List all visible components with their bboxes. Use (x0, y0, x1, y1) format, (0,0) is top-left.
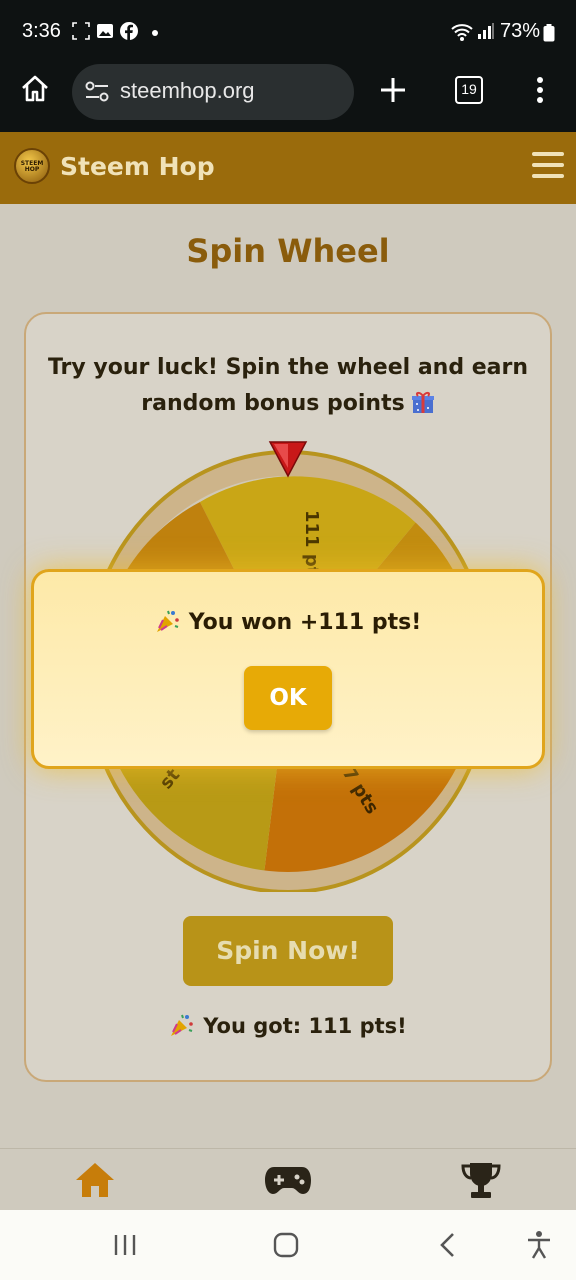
home-icon[interactable] (74, 1161, 116, 1199)
hamburger-menu-icon[interactable] (532, 152, 564, 180)
page-title: Spin Wheel (186, 232, 390, 270)
new-tab-button[interactable] (379, 76, 407, 104)
win-message-label: You won +111 pts! (188, 610, 422, 635)
tab-switcher-button[interactable]: 19 (455, 76, 483, 104)
logo-text: STEEM HOP (20, 160, 44, 173)
site-logo[interactable]: STEEM HOP (14, 148, 50, 184)
spin-now-button[interactable]: Spin Now! (183, 916, 393, 986)
win-message: You won +111 pts! (0, 608, 576, 635)
back-button-icon[interactable] (438, 1232, 456, 1258)
site-name[interactable]: Steem Hop (60, 152, 215, 181)
battery-percent: 73% (499, 20, 540, 42)
ok-button[interactable]: OK (244, 666, 332, 730)
gift-icon (411, 392, 434, 413)
status-bar: 3:36 73% (0, 0, 576, 64)
party-popper-icon (171, 1014, 194, 1036)
recents-button-icon[interactable] (113, 1234, 137, 1256)
accessibility-icon[interactable] (526, 1230, 552, 1260)
site-header: STEEM HOP Steem Hop (0, 132, 576, 204)
gamepad-icon[interactable] (264, 1165, 312, 1195)
gallery-icon (97, 24, 113, 38)
screen-capture-icon (72, 22, 90, 40)
result-label: You got: 111 pts! (203, 1014, 407, 1038)
url-text[interactable]: steemhop.org (120, 78, 255, 104)
intro-label: Try your luck! Spin the wheel and earn r… (47, 355, 529, 416)
intro-text: Try your luck! Spin the wheel and earn r… (40, 350, 536, 422)
system-nav-bar (0, 1210, 576, 1280)
status-time: 3:36 (22, 20, 61, 42)
facebook-icon (120, 22, 138, 40)
bottom-nav (0, 1148, 576, 1210)
signal-icon (478, 23, 494, 39)
address-bar[interactable]: steemhop.org (72, 64, 354, 120)
browser-toolbar: steemhop.org 19 (0, 64, 576, 132)
home-button[interactable] (20, 74, 50, 104)
more-menu-icon[interactable] (535, 76, 545, 104)
site-settings-icon[interactable] (84, 80, 110, 104)
battery-icon (543, 24, 555, 42)
trophy-icon[interactable] (460, 1161, 502, 1201)
party-popper-icon (156, 610, 179, 632)
wheel-pointer-icon (268, 441, 308, 478)
notification-dot-icon (152, 30, 158, 36)
result-text: You got: 111 pts! (0, 1012, 576, 1038)
wifi-icon (451, 24, 473, 41)
home-nav-icon[interactable] (273, 1232, 299, 1258)
